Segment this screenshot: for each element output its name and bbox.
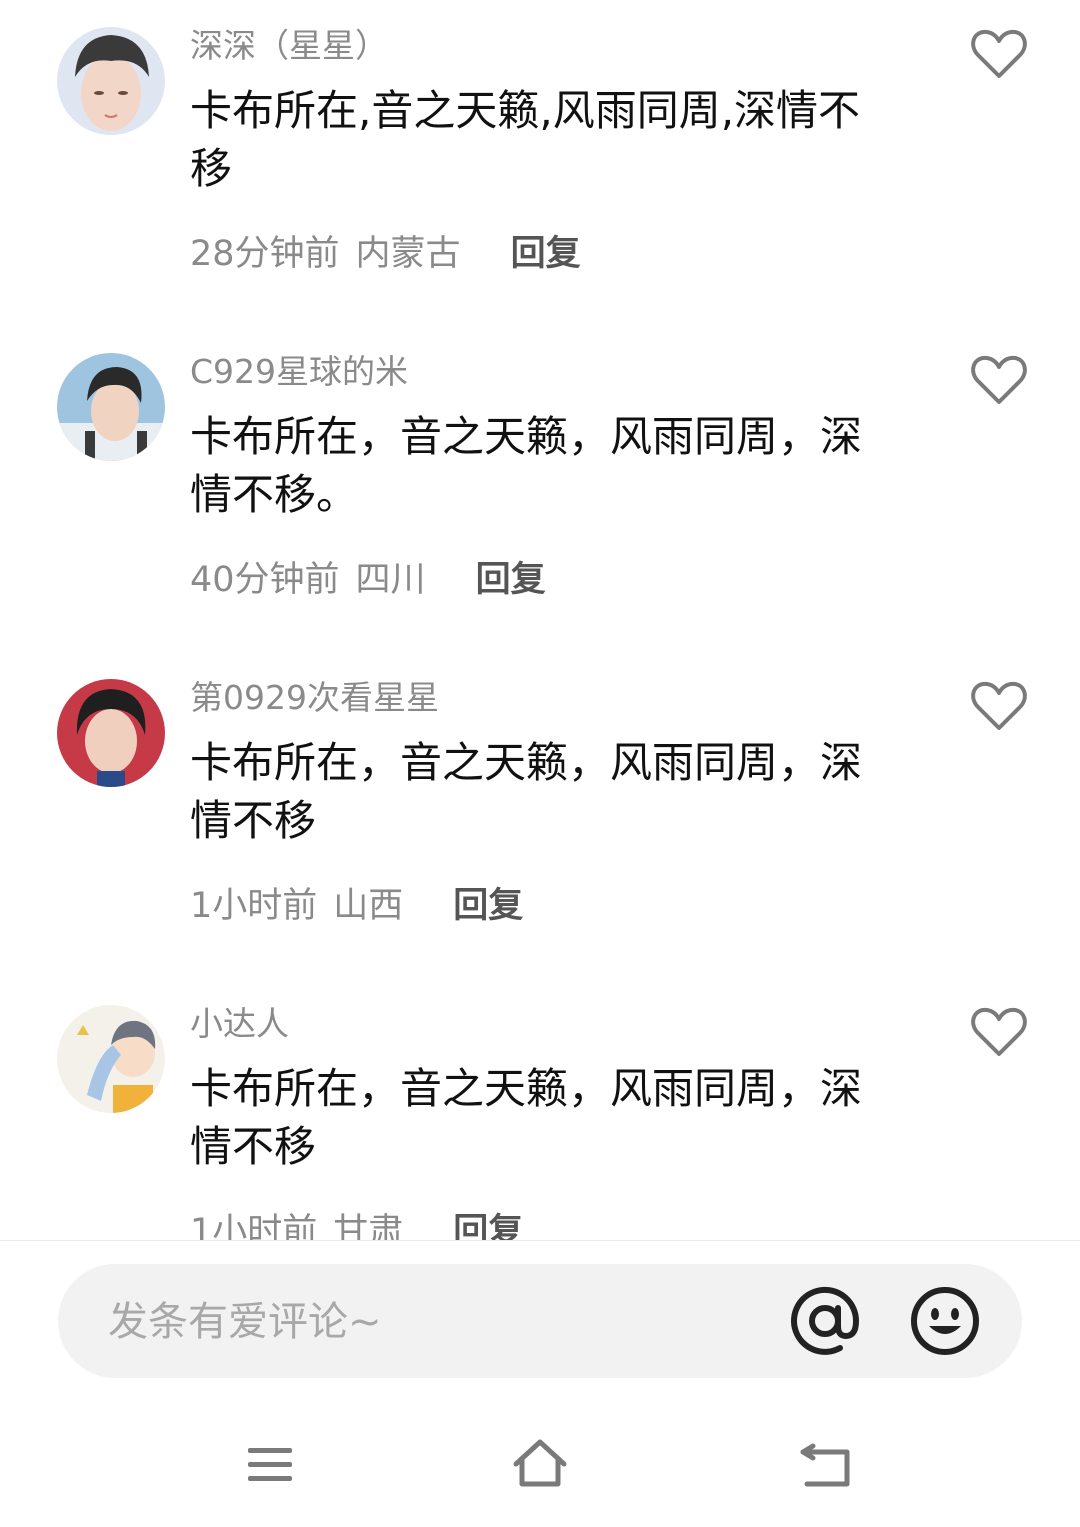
- comment-location: 四川: [355, 560, 426, 600]
- comment-content: 卡布所在，音之天籁，风雨同周，深情不移。: [190, 412, 863, 519]
- comment-username[interactable]: 深深（星星）: [190, 22, 388, 70]
- comment-username[interactable]: 第0929次看星星: [190, 674, 439, 722]
- comment-time: 40分钟前: [190, 560, 340, 600]
- avatar[interactable]: [57, 679, 165, 787]
- comment-input[interactable]: [106, 1290, 770, 1354]
- heart-outline-icon[interactable]: [970, 680, 1028, 732]
- comment-content: 卡布所在，音之天籁，风雨同周，深情不移: [190, 1064, 863, 1171]
- comment-location: 甘肃: [333, 1212, 404, 1240]
- comment-input-bar: [58, 1264, 1022, 1378]
- avatar[interactable]: [57, 27, 165, 135]
- back-icon[interactable]: [793, 1436, 857, 1492]
- avatar[interactable]: [57, 1005, 165, 1113]
- comment-item: 第0929次看星星 卡布所在，音之天籁，风雨同周，深情不移 1小时前 山西 回复: [0, 652, 1080, 978]
- comment-username[interactable]: C929星球的米: [190, 348, 408, 396]
- smiley-face-icon[interactable]: [910, 1286, 980, 1356]
- comment-content: 卡布所在，音之天籁，风雨同周，深情不移: [190, 738, 863, 845]
- comment-time: 1小时前: [190, 1212, 318, 1240]
- comment-item: 深深（星星） 卡布所在,音之天籁,风雨同周,深情不移 28分钟前 内蒙古 回复: [0, 0, 1080, 326]
- reply-button[interactable]: 回复: [453, 1212, 523, 1240]
- comment-item: C929星球的米 卡布所在，音之天籁，风雨同周，深情不移。 40分钟前 四川 回复: [0, 326, 1080, 652]
- comment-meta: 1小时前 甘肃 回复: [190, 1206, 523, 1240]
- heart-outline-icon[interactable]: [970, 28, 1028, 80]
- comment-meta: 28分钟前 内蒙古 回复: [190, 228, 581, 280]
- menu-icon[interactable]: [238, 1436, 302, 1492]
- reply-button[interactable]: 回复: [453, 886, 523, 926]
- at-sign-icon[interactable]: [790, 1286, 860, 1356]
- system-navigation-bar: [0, 1400, 1080, 1527]
- reply-button[interactable]: 回复: [511, 234, 581, 274]
- reply-button[interactable]: 回复: [476, 560, 546, 600]
- divider: [0, 1240, 1080, 1241]
- comment-location: 内蒙古: [355, 234, 461, 274]
- comment-meta: 40分钟前 四川 回复: [190, 554, 546, 606]
- home-icon[interactable]: [508, 1436, 572, 1492]
- comment-list: 深深（星星） 卡布所在,音之天籁,风雨同周,深情不移 28分钟前 内蒙古 回复 C9…: [0, 0, 1080, 1240]
- heart-outline-icon[interactable]: [970, 354, 1028, 406]
- comment-username[interactable]: 小达人: [190, 1000, 289, 1048]
- comment-item: 小达人 卡布所在，音之天籁，风雨同周，深情不移 1小时前 甘肃 回复: [0, 978, 1080, 1240]
- comment-location: 山西: [333, 886, 404, 926]
- comment-time: 28分钟前: [190, 234, 340, 274]
- comment-meta: 1小时前 山西 回复: [190, 880, 523, 932]
- comment-time: 1小时前: [190, 886, 318, 926]
- comment-content: 卡布所在,音之天籁,风雨同周,深情不移: [190, 86, 861, 193]
- avatar[interactable]: [57, 353, 165, 461]
- heart-outline-icon[interactable]: [970, 1006, 1028, 1058]
